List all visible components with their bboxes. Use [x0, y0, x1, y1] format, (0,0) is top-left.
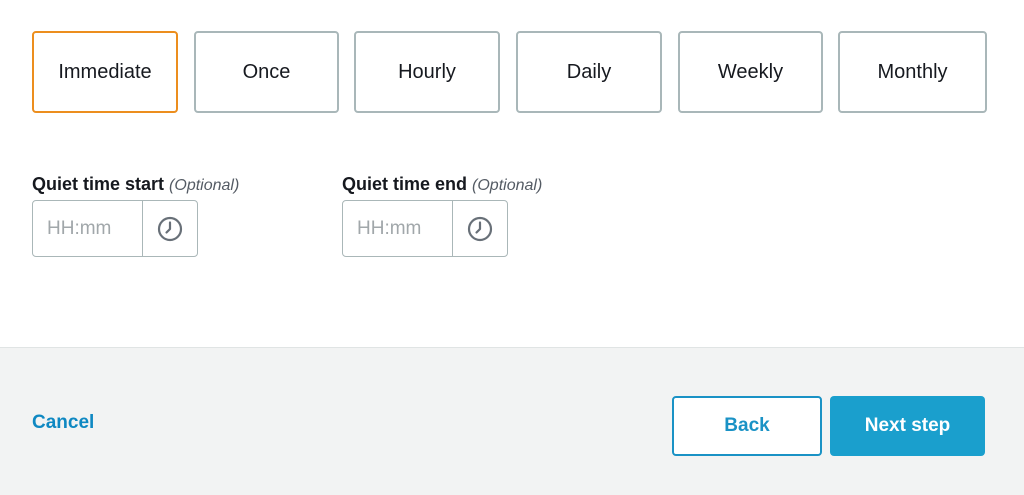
quiet-time-end-group: Quiet time end (Optional): [342, 172, 542, 257]
campaign-schedule-panel: Immediate Once Hourly Daily Weekly Month…: [0, 0, 1024, 495]
quiet-time-end-label: Quiet time end (Optional): [342, 172, 542, 196]
quiet-time-start-label: Quiet time start (Optional): [32, 172, 239, 196]
frequency-option-monthly[interactable]: Monthly: [838, 31, 987, 113]
wizard-footer: Cancel Back Next step: [0, 347, 1024, 495]
back-button[interactable]: Back: [672, 396, 822, 456]
quiet-time-start-group: Quiet time start (Optional): [32, 172, 239, 257]
frequency-selector: Immediate Once Hourly Daily Weekly Month…: [32, 31, 987, 117]
frequency-option-weekly[interactable]: Weekly: [678, 31, 823, 113]
cancel-link[interactable]: Cancel: [32, 412, 94, 434]
quiet-time-end-title: Quiet time end: [342, 174, 468, 194]
clock-icon: [157, 216, 183, 241]
quiet-time-end-input[interactable]: [343, 201, 452, 256]
quiet-time-start-field: [32, 200, 198, 257]
next-step-button[interactable]: Next step: [830, 396, 985, 456]
optional-hint: (Optional): [472, 177, 543, 194]
clock-icon: [467, 216, 493, 241]
frequency-option-once[interactable]: Once: [194, 31, 339, 113]
frequency-option-hourly[interactable]: Hourly: [354, 31, 500, 113]
quiet-time-end-field: [342, 200, 508, 257]
optional-hint: (Optional): [169, 177, 240, 194]
quiet-time-start-picker-button[interactable]: [142, 201, 197, 256]
frequency-option-daily[interactable]: Daily: [516, 31, 662, 113]
frequency-option-immediate[interactable]: Immediate: [32, 31, 178, 113]
quiet-time-end-picker-button[interactable]: [452, 201, 507, 256]
quiet-time-start-input[interactable]: [33, 201, 142, 256]
quiet-time-start-title: Quiet time start: [32, 174, 165, 194]
